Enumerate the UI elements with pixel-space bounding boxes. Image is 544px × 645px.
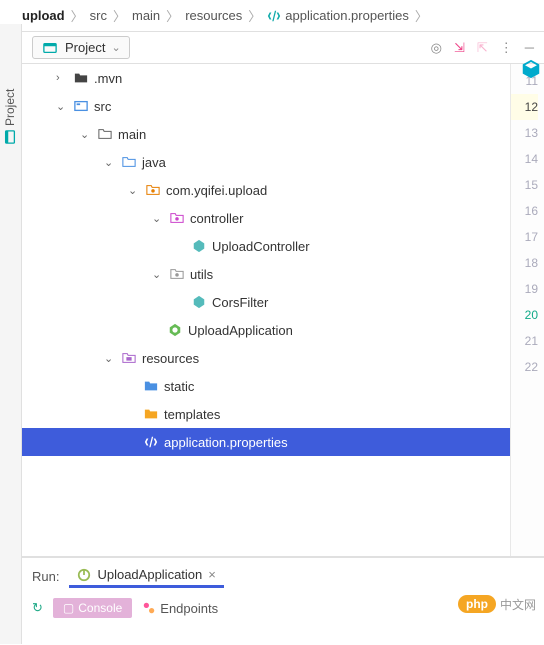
crumb-main[interactable]: main (132, 8, 160, 23)
watermark-badge: php 中文网 (458, 595, 536, 613)
project-label: Project (65, 40, 105, 55)
chevron-down-icon: ⌄ (104, 156, 116, 169)
project-toolbar: Project ⌄ ◎ ⇲ ⇱ ⋮ ─ (22, 31, 544, 64)
minimize-icon[interactable]: ─ (525, 40, 534, 55)
php-logo: php (458, 595, 496, 613)
tree-leaf-corsfilter[interactable]: CorsFilter (22, 288, 510, 316)
line-number[interactable]: 20 (511, 302, 538, 328)
crumb-src[interactable]: src (90, 8, 107, 23)
tree-leaf-uploadapplication[interactable]: UploadApplication (22, 316, 510, 344)
module-icon (73, 99, 89, 113)
rerun-icon[interactable]: ↻ (32, 600, 43, 616)
templates-folder-icon (143, 407, 159, 421)
code-file-icon (267, 9, 281, 23)
project-icon (41, 41, 59, 55)
line-number[interactable]: 22 (511, 354, 538, 380)
editor-gutter: 11 12 13 14 15 16 17 18 19 20 21 22 (510, 64, 544, 556)
console-tab[interactable]: ▢ Console (53, 598, 132, 618)
chevron-down-icon: ⌄ (152, 212, 164, 225)
chevron-down-icon: ⌄ (104, 352, 116, 365)
chevron-down-icon: ⌄ (80, 128, 92, 141)
package-icon (169, 267, 185, 281)
line-number[interactable]: 15 (511, 172, 538, 198)
crumb-file[interactable]: application.properties (267, 8, 409, 23)
run-label: Run: (32, 569, 59, 584)
line-number[interactable]: 21 (511, 328, 538, 354)
chevron-down-icon: ⌄ (128, 184, 140, 197)
side-rail-project[interactable]: Project (3, 89, 17, 144)
tree-node-controller[interactable]: ⌄ controller (22, 204, 510, 232)
line-number[interactable]: 16 (511, 198, 538, 224)
crumb-resources[interactable]: resources (185, 8, 242, 23)
crumb-root[interactable]: upload (22, 8, 65, 23)
collapse-icon[interactable]: ⇲ (454, 40, 465, 56)
console-icon: ▢ (63, 601, 74, 615)
line-number[interactable]: 13 (511, 120, 538, 146)
tree-node-resources[interactable]: ⌄ resources (22, 344, 510, 372)
tree-node-mvn[interactable]: › .mvn (22, 64, 510, 92)
static-folder-icon (143, 379, 159, 393)
class-icon (191, 295, 207, 309)
folder-icon (97, 127, 113, 141)
expand-icon[interactable]: ⇱ (477, 40, 488, 56)
source-folder-icon (121, 155, 137, 169)
cube-icon[interactable] (520, 58, 542, 80)
tree-node-utils[interactable]: ⌄ utils (22, 260, 510, 288)
breadcrumb[interactable]: upload 〉 src 〉 main 〉 resources 〉 applic… (0, 0, 544, 31)
chevron-right-icon: 〉 (113, 6, 126, 25)
endpoints-icon (142, 601, 156, 615)
target-icon[interactable]: ◎ (431, 40, 442, 56)
line-number[interactable]: 19 (511, 276, 538, 302)
tree-leaf-uploadcontroller[interactable]: UploadController (22, 232, 510, 260)
project-tree[interactable]: › .mvn ⌄ src ⌄ main ⌄ java ⌄ com.yqifei.… (22, 64, 510, 556)
chevron-right-icon: › (56, 72, 68, 84)
spring-boot-icon (167, 323, 183, 337)
project-view-selector[interactable]: Project ⌄ (32, 36, 130, 59)
run-tab-app[interactable]: UploadApplication × (69, 564, 223, 588)
code-file-icon (143, 435, 159, 449)
line-number[interactable]: 18 (511, 250, 538, 276)
close-icon[interactable]: × (208, 567, 216, 582)
tree-node-src[interactable]: ⌄ src (22, 92, 510, 120)
chevron-right-icon: 〉 (166, 6, 179, 25)
folder-icon (73, 71, 89, 85)
endpoints-tab[interactable]: Endpoints (142, 601, 218, 616)
chevron-right-icon: 〉 (415, 6, 428, 25)
chevron-down-icon: ⌄ (152, 268, 164, 281)
tree-node-java[interactable]: ⌄ java (22, 148, 510, 176)
line-number[interactable]: 12 (511, 94, 538, 120)
more-icon[interactable]: ⋮ (500, 40, 513, 56)
class-icon (191, 239, 207, 253)
tree-leaf-appproperties[interactable]: application.properties (22, 428, 510, 456)
chevron-right-icon: 〉 (71, 6, 84, 25)
chevron-down-icon: ⌄ (56, 100, 68, 113)
package-icon (169, 211, 185, 225)
tree-node-main[interactable]: ⌄ main (22, 120, 510, 148)
cn-text: 中文网 (500, 596, 536, 613)
tree-leaf-static[interactable]: static (22, 372, 510, 400)
tree-node-package[interactable]: ⌄ com.yqifei.upload (22, 176, 510, 204)
tree-leaf-templates[interactable]: templates (22, 400, 510, 428)
resources-folder-icon (121, 351, 137, 365)
chevron-down-icon: ⌄ (111, 41, 120, 54)
package-icon (145, 183, 161, 197)
chevron-right-icon: 〉 (248, 6, 261, 25)
spring-boot-icon (77, 568, 91, 582)
side-rail: Project (0, 24, 22, 644)
line-number[interactable]: 17 (511, 224, 538, 250)
line-number[interactable]: 14 (511, 146, 538, 172)
project-icon (3, 130, 17, 144)
